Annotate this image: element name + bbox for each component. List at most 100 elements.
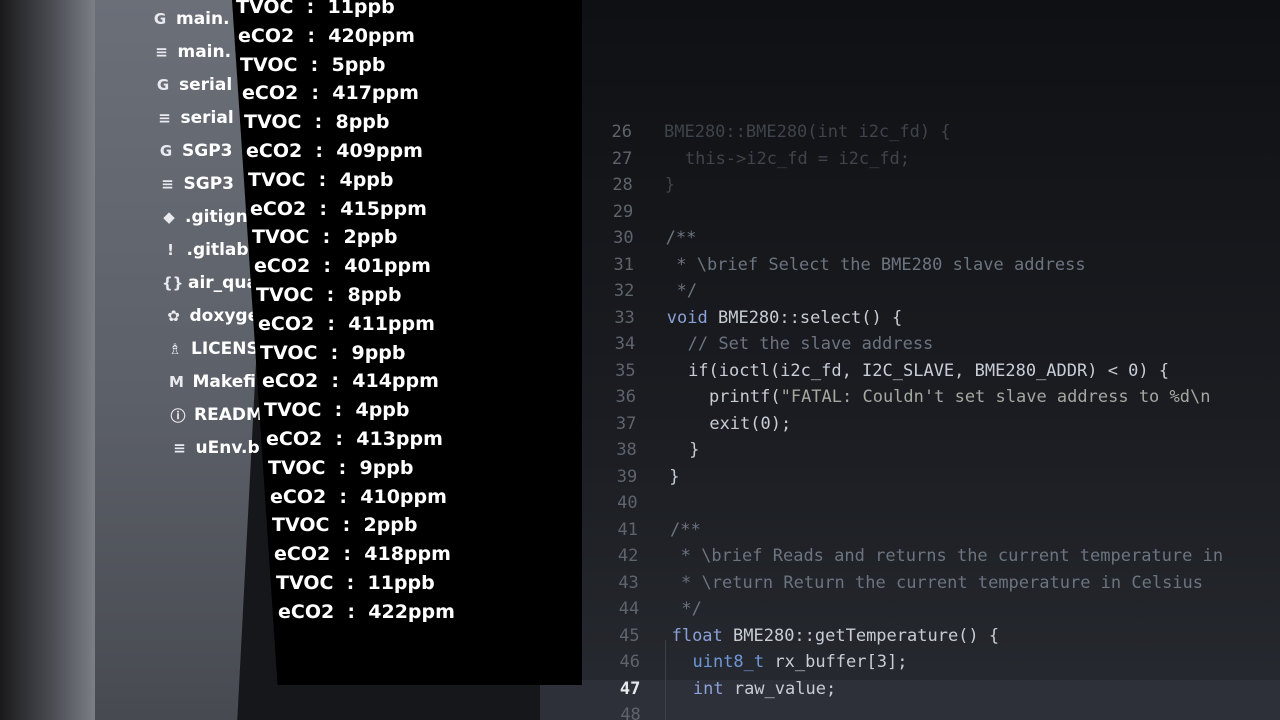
code-token: // Set the slave address <box>667 334 934 354</box>
terminal-line: TVOC : 4ppb <box>264 399 410 422</box>
file-item-label: air_qua <box>188 273 258 293</box>
terminal-line: TVOC : 9ppb <box>268 456 414 479</box>
code-token: rx_buffer[3]; <box>764 652 908 672</box>
git-icon: ◆ <box>163 208 175 226</box>
file-item-label: SGP3 <box>182 141 233 161</box>
code-token: "FATAL: Couldn't set slave address to %d… <box>780 387 1211 407</box>
terminal-line: TVOC : 5ppb <box>240 53 386 76</box>
code-line[interactable]: 43 * \return Return the current temperat… <box>547 573 1203 595</box>
file-item[interactable]: ✿ doxyge <box>164 303 260 329</box>
c-file-icon: G <box>159 142 173 160</box>
terminal-line: TVOC : 11ppb <box>236 0 395 18</box>
terminal-line: TVOC : 2ppb <box>272 514 418 537</box>
file-item[interactable]: Gmain. <box>150 6 230 32</box>
file-item[interactable]: ≡ serial <box>155 105 234 131</box>
code-line[interactable]: 36 printf("FATAL: Couldn't set slave add… <box>544 387 1211 409</box>
terminal-line: eCO2 : 414ppm <box>262 370 439 393</box>
code-editor[interactable]: 26 BME280::BME280(int i2c_fd) {27 this->i… <box>540 0 1280 720</box>
code-line[interactable]: 35 if(ioctl(i2c_fd, I2C_SLAVE, BME280_AD… <box>544 360 1170 383</box>
code-token: /** <box>670 519 701 540</box>
file-item[interactable]: ≡ SGP3 <box>158 171 235 197</box>
file-item-label: serial <box>180 108 234 128</box>
file-item[interactable]: {} air_qua <box>162 270 258 296</box>
code-token: uint8_t <box>692 652 765 672</box>
file-item-label: LICENS <box>191 339 259 359</box>
code-token: printf( <box>668 387 781 407</box>
code-token: */ <box>671 599 702 619</box>
indent-guide <box>665 640 666 720</box>
code-line[interactable]: 42 * \brief Reads and returns the curren… <box>546 546 1223 568</box>
terminal-line: eCO2 : 410ppm <box>270 485 447 508</box>
text-file-icon: ≡ <box>161 175 174 193</box>
c-file-icon: G <box>153 10 167 28</box>
code-token: */ <box>666 281 698 301</box>
code-line[interactable]: 31 * \brief Select the BME280 slave addr… <box>542 255 1086 277</box>
file-item[interactable]: ⓘ READM <box>168 402 263 428</box>
screen: 26 BME280::BME280(int i2c_fd) {27 this->i… <box>0 0 1280 720</box>
file-item-label: READM <box>194 405 263 425</box>
terminal-line: TVOC : 11ppb <box>276 572 435 594</box>
code-line[interactable]: 27 this->i2c_fd = i2c_fd; <box>540 149 910 171</box>
file-item[interactable]: Gserial <box>153 72 232 98</box>
code-token: * \brief Select the BME280 slave address <box>666 254 1086 275</box>
exclamation-icon: ! <box>167 241 174 259</box>
terminal-line: eCO2 : 411ppm <box>258 312 435 335</box>
c-file-icon: G <box>156 76 170 94</box>
code-token: * \brief Reads and returns the current t… <box>670 546 1224 566</box>
code-token: raw_value; <box>723 678 837 699</box>
file-item[interactable]: G SGP3 <box>156 138 233 164</box>
text-file-icon: ≡ <box>158 109 171 127</box>
file-item[interactable]: ! .gitlab- <box>161 237 256 263</box>
terminal-line: TVOC : 2ppb <box>252 226 398 249</box>
code-line[interactable]: 48 <box>549 705 693 720</box>
terminal-line: eCO2 : 413ppm <box>266 428 443 450</box>
terminal-output[interactable]: TVOC : 11ppb eCO2 : 420ppm TVOC : 5ppb eCO2… <box>232 0 582 685</box>
code-token: } <box>668 440 700 460</box>
terminal-line: TVOC : 8ppb <box>244 111 390 134</box>
terminal-line: eCO2 : 417ppm <box>242 82 419 105</box>
code-token: BME280::BME280(int i2c_fd) { <box>664 122 951 142</box>
license-icon: ♗ <box>168 340 182 358</box>
text-file-icon: ≡ <box>155 43 168 61</box>
file-item-label: .gitlab- <box>186 240 256 260</box>
code-line[interactable]: 47 int raw_value; <box>548 679 836 701</box>
file-item-label: SGP3 <box>183 174 235 194</box>
text-file-icon: ≡ <box>173 439 186 457</box>
terminal-line: eCO2 : 401ppm <box>254 255 431 278</box>
terminal-line: eCO2 : 415ppm <box>250 197 427 220</box>
file-item[interactable]: ◆ .gitign <box>159 204 247 230</box>
terminal-line: TVOC : 9ppb <box>260 341 406 364</box>
code-token: exit(0); <box>668 413 792 434</box>
makefile-icon: M <box>169 373 184 391</box>
file-item-label: main. <box>176 9 230 29</box>
file-item[interactable]: M Makefi <box>167 369 256 395</box>
code-token: void <box>666 307 708 328</box>
code-token: } <box>664 175 676 195</box>
gear-icon: ✿ <box>167 307 180 325</box>
line-number: 48 <box>620 705 641 720</box>
file-item[interactable]: ≡ uEnv.b <box>170 435 259 461</box>
json-braces-icon: {} <box>162 274 184 292</box>
code-token: /** <box>665 228 697 248</box>
code-line[interactable]: 33 void BME280::select() { <box>543 308 902 330</box>
code-line[interactable]: 45 float BME280::getTemperature() { <box>548 626 999 648</box>
code-token: int <box>692 678 724 699</box>
code-line[interactable]: 26 BME280::BME280(int i2c_fd) { <box>540 122 951 144</box>
terminal-line: TVOC : 4ppb <box>248 168 394 191</box>
terminal-line: eCO2 : 420ppm <box>238 24 415 47</box>
code-token: this->i2c_fd = i2c_fd; <box>664 148 911 169</box>
code-line[interactable]: 46 uint8_t rx_buffer[3]; <box>548 652 908 674</box>
file-item[interactable]: ≡ main. <box>152 39 232 65</box>
file-item[interactable]: ♗ LICENS <box>165 336 259 362</box>
code-line[interactable]: 34 // Set the slave address <box>543 334 934 356</box>
terminal-line: eCO2 : 418ppm <box>274 543 451 566</box>
info-icon: ⓘ <box>170 406 186 425</box>
file-item-label: doxyge <box>189 306 260 326</box>
monitor-bezel <box>0 0 95 720</box>
file-item-label: main. <box>177 42 232 62</box>
code-token: if(ioctl(i2c_fd, I2C_SLAVE, BME280_ADDR)… <box>667 360 1170 381</box>
file-item-label: serial <box>179 75 233 95</box>
